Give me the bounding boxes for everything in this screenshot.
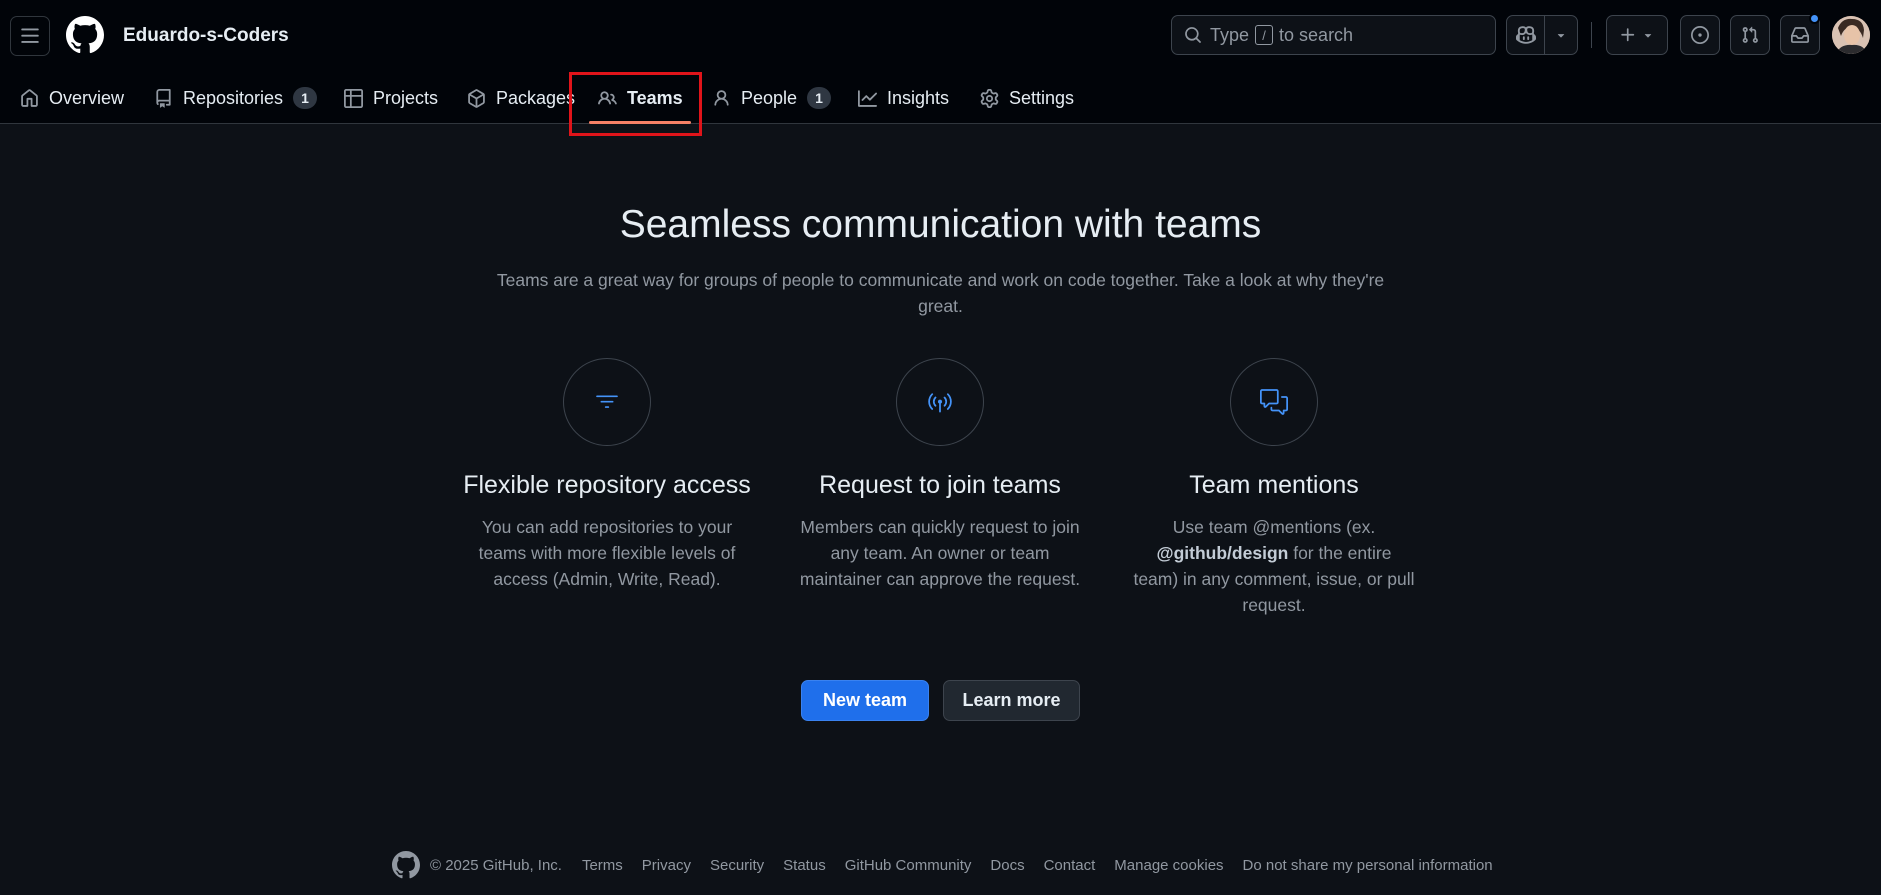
create-new-button[interactable] bbox=[1606, 15, 1668, 55]
tab-packages-label: Packages bbox=[496, 87, 576, 108]
footer: © 2025 GitHub, Inc. Terms Privacy Securi… bbox=[392, 851, 1512, 879]
footer-link-do-not-share[interactable]: Do not share my personal information bbox=[1243, 857, 1493, 874]
footer-link-community[interactable]: GitHub Community bbox=[845, 857, 972, 874]
tab-repositories-label: Repositories bbox=[183, 87, 284, 108]
tab-insights[interactable]: Insights bbox=[858, 72, 949, 124]
package-icon bbox=[468, 88, 485, 108]
repositories-count-badge: 1 bbox=[293, 87, 318, 109]
filter-icon bbox=[596, 395, 618, 408]
feature-icon-circle bbox=[1230, 358, 1318, 446]
footer-copyright: © 2025 GitHub, Inc. bbox=[430, 856, 562, 874]
tab-repositories[interactable]: Repositories 1 bbox=[154, 72, 318, 124]
git-pull-request-icon bbox=[1742, 26, 1758, 43]
copilot-button[interactable] bbox=[1507, 16, 1545, 54]
footer-link-privacy[interactable]: Privacy bbox=[642, 857, 691, 874]
people-count-badge: 1 bbox=[807, 87, 832, 109]
feature-title: Flexible repository access bbox=[463, 471, 751, 499]
copilot-menu-button[interactable] bbox=[1545, 16, 1577, 54]
menu-button[interactable] bbox=[10, 16, 50, 56]
feature-text: Members can quickly request to join any … bbox=[799, 517, 1081, 589]
tab-overview-label: Overview bbox=[49, 87, 125, 108]
org-name-link[interactable]: Eduardo-s-Coders bbox=[123, 25, 289, 47]
feature-request-join: Request to join teams Members can quickl… bbox=[790, 358, 1090, 592]
footer-link-status[interactable]: Status bbox=[783, 857, 826, 874]
plus-icon bbox=[1621, 28, 1635, 42]
hamburger-icon bbox=[21, 28, 39, 43]
tab-packages[interactable]: Packages bbox=[467, 72, 575, 124]
tab-settings-label: Settings bbox=[1009, 87, 1075, 108]
search-placeholder-prefix: Type bbox=[1210, 24, 1250, 45]
page-title: Seamless communication with teams bbox=[619, 203, 1262, 246]
tab-projects[interactable]: Projects bbox=[344, 72, 438, 124]
annotation-highlight-box bbox=[569, 72, 702, 136]
person-icon bbox=[714, 89, 729, 106]
search-input[interactable]: Type / to search bbox=[1171, 15, 1496, 55]
org-nav: Overview Repositories 1 Projects Package… bbox=[0, 72, 1881, 124]
tab-people-label: People bbox=[741, 87, 798, 108]
header-divider bbox=[1591, 22, 1592, 48]
feature-text: Use team @mentions (ex. @github/design f… bbox=[1124, 514, 1424, 618]
copilot-button-group bbox=[1506, 15, 1578, 55]
footer-link-terms[interactable]: Terms bbox=[582, 857, 623, 874]
feature-text-before: Use team @mentions (ex. bbox=[1172, 517, 1376, 537]
gear-icon bbox=[980, 88, 999, 108]
feature-title: Request to join teams bbox=[819, 471, 1061, 499]
triangle-down-icon bbox=[1644, 34, 1652, 38]
tab-insights-label: Insights bbox=[887, 87, 950, 108]
github-logo-icon[interactable] bbox=[392, 851, 420, 879]
issues-button[interactable] bbox=[1680, 15, 1720, 55]
issue-opened-icon bbox=[1691, 26, 1709, 44]
search-shortcut-key: / bbox=[1255, 25, 1274, 45]
footer-link-security[interactable]: Security bbox=[710, 857, 764, 874]
search-placeholder-suffix: to search bbox=[1279, 24, 1354, 45]
inbox-icon bbox=[1791, 27, 1809, 43]
feature-title: Team mentions bbox=[1189, 471, 1359, 499]
footer-link-docs[interactable]: Docs bbox=[990, 857, 1024, 874]
github-logo-icon[interactable] bbox=[66, 16, 104, 54]
feature-team-mentions: Team mentions Use team @mentions (ex. @g… bbox=[1124, 358, 1424, 618]
page-description: Teams are a great way for groups of peop… bbox=[496, 270, 1385, 316]
avatar[interactable] bbox=[1832, 16, 1870, 54]
broadcast-icon bbox=[928, 393, 952, 413]
tab-people[interactable]: People 1 bbox=[712, 72, 832, 124]
search-icon bbox=[1185, 27, 1201, 43]
feature-icon-circle bbox=[563, 358, 651, 446]
user-avatar-icon bbox=[1832, 16, 1870, 54]
tab-settings[interactable]: Settings bbox=[980, 72, 1074, 124]
tab-projects-label: Projects bbox=[373, 87, 439, 108]
mention-example: @github/design bbox=[1156, 543, 1289, 563]
feature-flexible-access: Flexible repository access You can add r… bbox=[457, 358, 757, 592]
feature-icon-circle bbox=[896, 358, 984, 446]
pull-requests-button[interactable] bbox=[1730, 15, 1770, 55]
feature-text: You can add repositories to your teams w… bbox=[478, 517, 736, 589]
graph-icon bbox=[858, 89, 877, 107]
footer-link-contact[interactable]: Contact bbox=[1044, 857, 1096, 874]
tab-overview[interactable]: Overview bbox=[20, 72, 124, 124]
home-icon bbox=[21, 88, 38, 107]
learn-more-button[interactable]: Learn more bbox=[943, 680, 1080, 721]
notification-indicator bbox=[1809, 13, 1820, 24]
global-header: Eduardo-s-Coders Type / to search Overvi… bbox=[0, 0, 1881, 124]
new-team-button[interactable]: New team bbox=[801, 680, 929, 721]
footer-link-manage-cookies[interactable]: Manage cookies bbox=[1114, 857, 1223, 874]
comment-discussion-icon bbox=[1260, 389, 1288, 415]
copilot-icon bbox=[1515, 26, 1536, 44]
triangle-down-icon bbox=[1557, 34, 1565, 38]
table-icon bbox=[344, 88, 363, 108]
repo-icon bbox=[156, 88, 171, 108]
